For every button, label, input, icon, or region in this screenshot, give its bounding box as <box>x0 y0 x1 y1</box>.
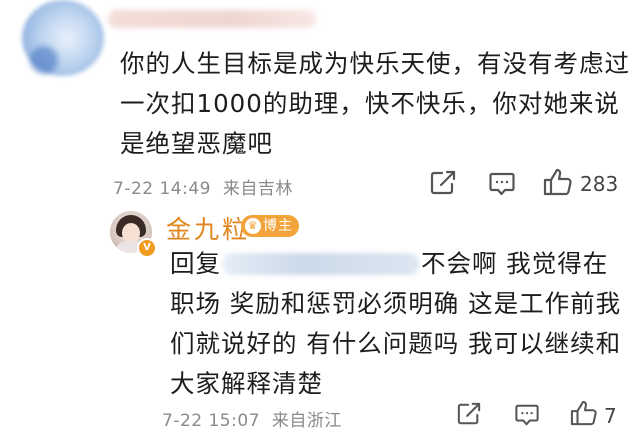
blogger-badge-label: 博主 <box>263 218 293 234</box>
commenter-name-blurred[interactable] <box>108 10 316 28</box>
comment-icon[interactable] <box>488 171 516 197</box>
mentioned-user-blurred[interactable] <box>223 253 419 275</box>
reply-text-block: 回复 不会啊 我觉得在职场 奖励和惩罚必须明确 这是工作前我们就说好的 有什么问题… <box>170 244 630 404</box>
share-icon[interactable] <box>456 402 482 426</box>
share-icon[interactable] <box>429 170 457 196</box>
verified-badge-icon: V <box>137 238 157 258</box>
reply-like-count: 7 <box>604 404 617 428</box>
reply-prefix: 回复 <box>170 249 221 278</box>
commenter-avatar-badge <box>30 46 58 74</box>
blogger-badge: ♛ 博主 <box>241 215 299 237</box>
comment-location: 来自吉林 <box>222 179 293 199</box>
comment-date: 7-22 14:49 <box>113 179 211 199</box>
crown-icon: ♛ <box>245 218 261 234</box>
comment-meta: 7-22 14:49 来自吉林 <box>113 174 293 199</box>
comment-like-count: 283 <box>580 172 619 196</box>
comment-icon[interactable] <box>514 403 540 427</box>
like-icon[interactable] <box>570 400 598 426</box>
like-icon[interactable] <box>543 168 573 196</box>
reply-location: 来自浙江 <box>271 411 342 431</box>
reply-author-name[interactable]: 金九粒 <box>166 210 250 246</box>
reply-date: 7-22 15:07 <box>162 411 260 431</box>
reply-meta: 7-22 15:07 来自浙江 <box>162 406 342 431</box>
comment-text: 你的人生目标是成为快乐天使，有没有考虑过一次扣1000的助理，快不快乐，你对她来… <box>120 49 630 158</box>
